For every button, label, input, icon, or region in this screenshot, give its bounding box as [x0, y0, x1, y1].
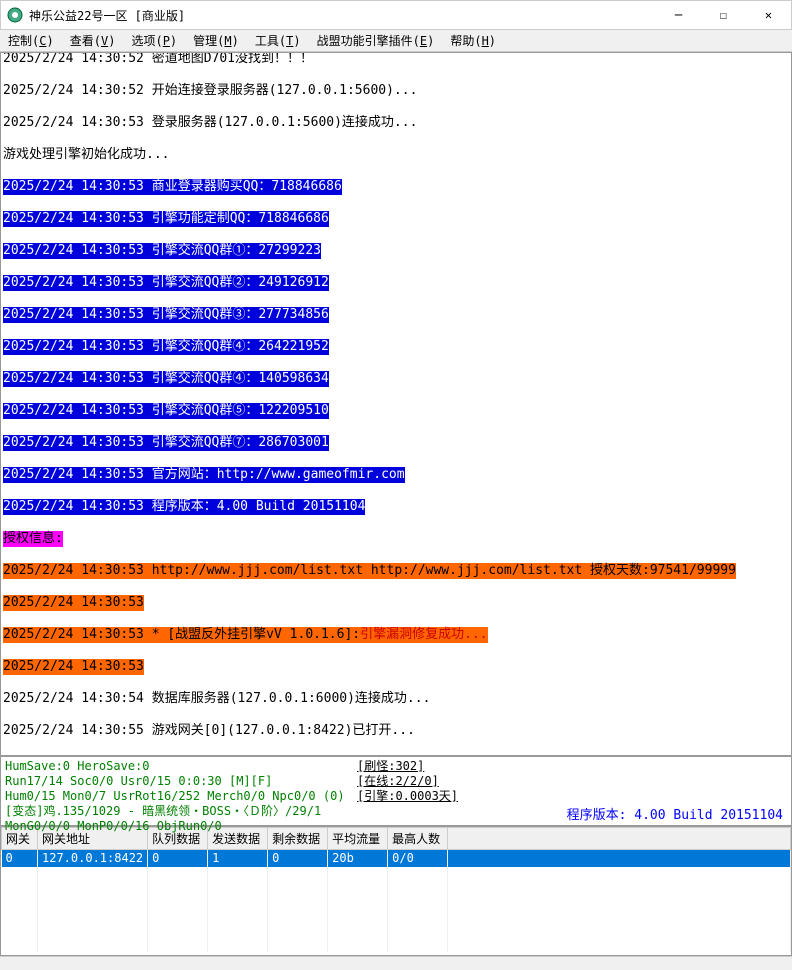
menu-help[interactable]: 帮助(H) — [446, 30, 500, 51]
app-icon — [7, 7, 23, 23]
titlebar: 神乐公益22号一区 [商业版] ─ ☐ ✕ — [0, 0, 792, 30]
minimize-button[interactable]: ─ — [656, 1, 701, 29]
table-row[interactable]: 0 127.0.0.1:8422 0 1 0 20b 0/0 — [2, 850, 791, 867]
version-label: 程序版本: 4.00 Build 20151104 — [567, 808, 783, 823]
log-line: 2025/2/24 14:30:52 开始连接登录服务器(127.0.0.1:5… — [1, 83, 791, 99]
log-line: 2025/2/24 14:30:54 数据库服务器(127.0.0.1:6000… — [1, 691, 791, 707]
log-line: 2025/2/24 14:30:53 — [1, 659, 791, 675]
col-spacer — [448, 828, 791, 850]
status-line: Run17/14 Soc0/0 Usr0/15 0:0:30 [M][F] — [5, 774, 347, 789]
table-row — [2, 901, 791, 918]
col-remain[interactable]: 剩余数据 — [268, 828, 328, 850]
maximize-button[interactable]: ☐ — [701, 1, 746, 29]
col-queue[interactable]: 队列数据 — [148, 828, 208, 850]
log-line: 2025/2/24 14:30:53 引擎功能定制QQ：718846686 — [1, 211, 791, 227]
status-right: [刷怪:302] [在线:2/2/0] [引擎:0.0003天] 程序版本: 4… — [351, 757, 791, 825]
status-engine: [引擎:0.0003天] — [357, 789, 785, 804]
log-line: 2025/2/24 14:30:53 引擎交流QQ群⑤：122209510 — [1, 403, 791, 419]
table-row — [2, 884, 791, 901]
menu-tools[interactable]: 工具(T) — [251, 30, 305, 51]
menu-view[interactable]: 查看(V) — [66, 30, 120, 51]
col-avg[interactable]: 平均流量 — [328, 828, 388, 850]
gateway-table-area[interactable]: 网关 网关地址 队列数据 发送数据 剩余数据 平均流量 最高人数 0 127.0… — [0, 826, 792, 956]
menu-options[interactable]: 选项(P) — [127, 30, 181, 51]
log-line: 2025/2/24 14:30:53 引擎交流QQ群③：277734856 — [1, 307, 791, 323]
log-line: 2025/2/24 14:30:53 商业登录器购买QQ：718846686 — [1, 179, 791, 195]
status-online: [在线:2/2/0] — [357, 774, 785, 789]
log-line: 2025/2/24 14:30:52 密道地图D701没找到！！！ — [1, 52, 791, 67]
col-send[interactable]: 发送数据 — [208, 828, 268, 850]
status-line: HumSave:0 HeroSave:0 — [5, 759, 347, 774]
log-line: 2025/2/24 14:30:53 登录服务器(127.0.0.1:5600)… — [1, 115, 791, 131]
log-line: 授权信息: — [1, 531, 791, 547]
status-line: Hum0/15 Mon0/7 UsrRot16/252 Merch0/0 Npc… — [5, 789, 347, 804]
log-line: 2025/2/24 14:30:53 官方网站：http://www.gameo… — [1, 467, 791, 483]
log-line: 2025/2/24 14:30:53 程序版本：4.00 Build 20151… — [1, 499, 791, 515]
menubar: 控制(C) 查看(V) 选项(P) 管理(M) 工具(T) 战盟功能引擎插件(E… — [0, 30, 792, 52]
menu-manage[interactable]: 管理(M) — [189, 30, 243, 51]
log-line: 2025/2/24 14:30:53 引擎交流QQ群②：249126912 — [1, 275, 791, 291]
log-line: 2025/2/24 14:30:53 — [1, 595, 791, 611]
log-line: 2025/2/24 14:30:53 引擎交流QQ群④：140598634 — [1, 371, 791, 387]
log-line: 2025/2/24 14:30:55 游戏网关[0](127.0.0.1:842… — [1, 723, 791, 739]
status-line: [变态]鸡.135/1029 - 暗黑统领・BOSS・〈Ｄ阶〉/29/1 — [5, 804, 347, 819]
status-monster: [刷怪:302] — [357, 759, 785, 774]
menu-plugin[interactable]: 战盟功能引擎插件(E) — [313, 30, 439, 51]
statusbar — [0, 956, 792, 970]
window-title: 神乐公益22号一区 [商业版] — [29, 7, 656, 24]
status-area: HumSave:0 HeroSave:0 Run17/14 Soc0/0 Usr… — [0, 756, 792, 826]
close-button[interactable]: ✕ — [746, 1, 791, 29]
log-line: 2025/2/24 14:30:53 引擎交流QQ群⑦：286703001 — [1, 435, 791, 451]
log-line: 2025/2/24 14:30:53 引擎交流QQ群④：264221952 — [1, 339, 791, 355]
log-line: 游戏处理引擎初始化成功... — [1, 147, 791, 163]
table-row — [2, 935, 791, 952]
log-line: 2025/2/24 14:30:53 http://www.jjj.com/li… — [1, 563, 791, 579]
log-area[interactable]: 正在加载地图触发事件信息... 加载地图触发事件信息成功... 正在加载任务说明… — [0, 52, 792, 756]
col-max[interactable]: 最高人数 — [388, 828, 448, 850]
log-line: 2025/2/24 14:30:53 引擎交流QQ群①：27299223 — [1, 243, 791, 259]
table-row — [2, 918, 791, 935]
status-left: HumSave:0 HeroSave:0 Run17/14 Soc0/0 Usr… — [1, 757, 351, 825]
menu-control[interactable]: 控制(C) — [4, 30, 58, 51]
log-line: 2025/2/24 14:30:53 * [战盟反外挂引擎vV 1.0.1.6]… — [1, 627, 791, 643]
gateway-table: 网关 网关地址 队列数据 发送数据 剩余数据 平均流量 最高人数 0 127.0… — [1, 827, 791, 952]
table-row — [2, 867, 791, 884]
